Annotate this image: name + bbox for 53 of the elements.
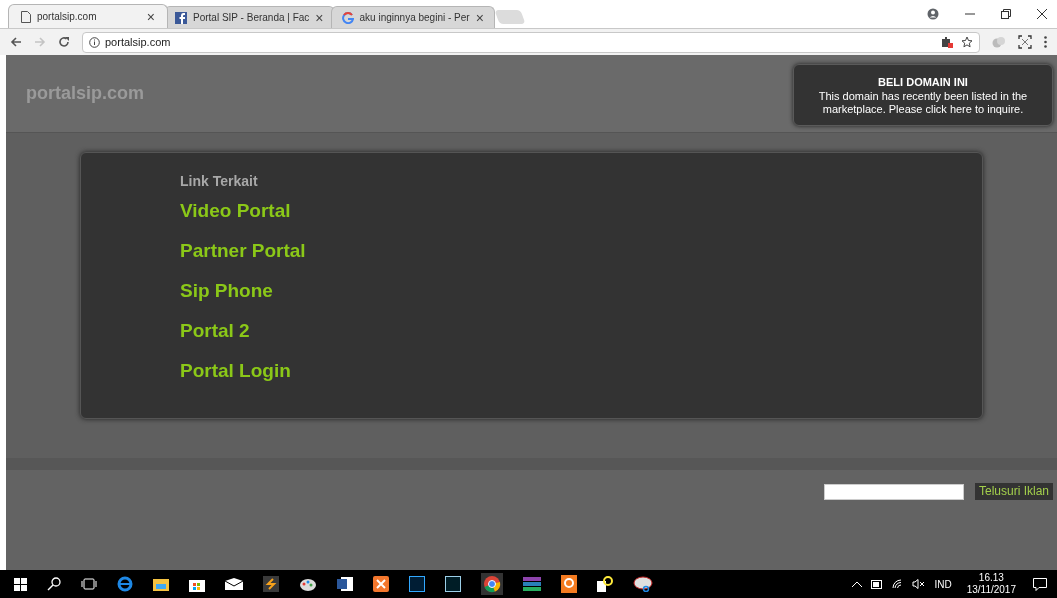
task-view-icon[interactable] bbox=[81, 578, 97, 590]
info-icon[interactable] bbox=[89, 36, 100, 48]
cross-logo-icon[interactable] bbox=[373, 576, 389, 592]
search-field[interactable] bbox=[823, 484, 964, 500]
profile-icon[interactable] bbox=[927, 8, 939, 20]
related-link[interactable]: Portal Login bbox=[180, 358, 291, 398]
close-icon[interactable] bbox=[1037, 9, 1047, 19]
folder-icon[interactable] bbox=[153, 577, 169, 591]
muted-speaker-icon[interactable] bbox=[912, 579, 926, 589]
tab-close-button[interactable]: × bbox=[146, 9, 155, 24]
tab-title: Portal SIP - Beranda | Fac bbox=[193, 11, 310, 25]
related-link[interactable]: Sip Phone bbox=[180, 278, 273, 318]
notification-icon[interactable] bbox=[1033, 577, 1047, 591]
battery-icon[interactable] bbox=[871, 579, 884, 589]
browser-tab[interactable]: portalsip.com × bbox=[8, 4, 168, 28]
tab-title: portalsip.com bbox=[37, 10, 98, 24]
google-icon bbox=[341, 11, 354, 24]
page-icon bbox=[21, 10, 31, 23]
back-icon[interactable] bbox=[10, 36, 22, 48]
section-heading: Link Terkait bbox=[180, 172, 259, 191]
browser-icon[interactable] bbox=[117, 576, 133, 592]
related-link[interactable]: Partner Portal bbox=[180, 238, 306, 278]
paint-palette-icon[interactable] bbox=[299, 576, 317, 592]
search-button[interactable]: Telusuri Iklan bbox=[974, 483, 1053, 500]
browser-tab[interactable]: aku inginnya begini - Per × bbox=[330, 6, 495, 28]
tab-close-button[interactable]: × bbox=[315, 10, 324, 25]
windows-logo-icon[interactable] bbox=[14, 577, 27, 591]
menu-icon[interactable] bbox=[1044, 36, 1047, 48]
url-text: portalsip.com bbox=[105, 34, 171, 50]
related-link[interactable]: Video Portal bbox=[180, 198, 291, 238]
puzzle-icon[interactable] bbox=[941, 36, 953, 48]
domain-sale-banner[interactable]: BELI DOMAIN INI This domain has recently been listed in the marketplace. Please click here to inquire. bbox=[793, 64, 1053, 126]
banner-title: BELI DOMAIN INI bbox=[878, 74, 968, 90]
language-indicator[interactable]: IND bbox=[934, 576, 952, 592]
facebook-icon bbox=[175, 11, 187, 24]
address-bar[interactable]: portalsip.com bbox=[82, 31, 980, 53]
banner-text: This domain has recently been listed in the marketplace. Please click here to inquire. bbox=[817, 90, 1029, 117]
related-link[interactable]: Portal 2 bbox=[180, 318, 250, 358]
word-document-icon[interactable] bbox=[337, 576, 353, 592]
reload-icon[interactable] bbox=[58, 36, 70, 48]
restore-icon[interactable] bbox=[1001, 9, 1011, 19]
wifi-icon[interactable] bbox=[892, 579, 904, 589]
clock-date: 13/11/2017 bbox=[966, 584, 1016, 596]
tab-close-button[interactable]: × bbox=[475, 10, 484, 25]
mail-icon[interactable] bbox=[225, 578, 243, 590]
search-icon[interactable] bbox=[47, 577, 61, 591]
chevron-up-icon[interactable] bbox=[852, 581, 863, 587]
chrome-icon[interactable] bbox=[481, 573, 503, 595]
clock-time: 16.13 bbox=[978, 572, 1004, 584]
star-icon[interactable] bbox=[961, 36, 973, 48]
clock[interactable]: 16.13 13/11/2017 bbox=[966, 572, 1016, 596]
tab-title: aku inginnya begini - Per bbox=[359, 11, 470, 25]
screen-capture-icon[interactable] bbox=[1018, 35, 1032, 49]
